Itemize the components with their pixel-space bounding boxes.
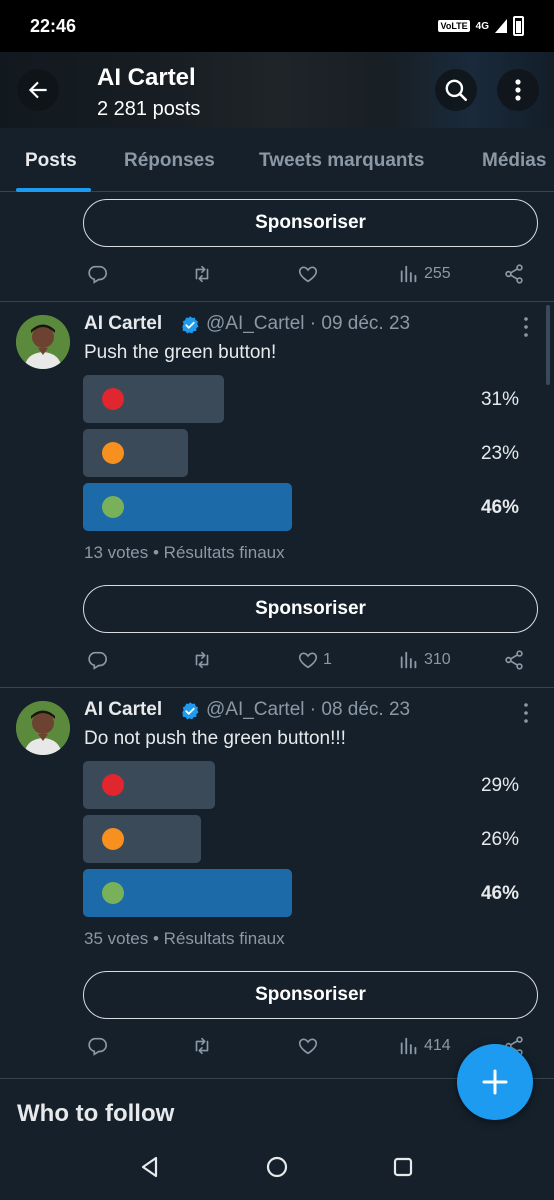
post-more-icon[interactable]	[518, 316, 534, 338]
poll-percentage: 31%	[480, 389, 519, 410]
green-circle-icon	[102, 882, 124, 904]
verified-badge-icon	[182, 316, 199, 334]
views-count: 310	[424, 651, 451, 668]
share-button[interactable]	[503, 649, 525, 671]
status-time: 22:46	[30, 15, 77, 36]
views-chart-icon	[400, 1037, 417, 1055]
search-button[interactable]	[435, 69, 477, 111]
search-icon	[445, 79, 468, 102]
poll-summary: 13 votes • Résultats finaux	[84, 543, 285, 562]
poll-summary: 35 votes • Résultats finaux	[84, 929, 285, 948]
like-button[interactable]	[297, 1035, 319, 1057]
back-arrow-icon	[28, 81, 47, 99]
orange-circle-icon	[102, 828, 124, 850]
poll-option-bar	[83, 815, 201, 863]
reply-icon	[88, 1037, 107, 1056]
profile-tabs: Posts Réponses Tweets marquants Médias	[0, 128, 554, 192]
poll-percentage: 23%	[480, 443, 519, 464]
active-tab-indicator	[16, 188, 91, 192]
like-count: 1	[323, 651, 332, 668]
views-button[interactable]: 255	[398, 263, 451, 285]
poll-percentage-winner: 46%	[480, 883, 519, 904]
post-more-icon[interactable]	[518, 702, 534, 724]
views-count: 255	[424, 265, 451, 282]
profile-header: AI Cartel 2 281 posts	[0, 52, 554, 128]
avatar-image	[16, 701, 70, 755]
repost-button[interactable]	[191, 649, 213, 671]
nav-home-icon[interactable]	[265, 1155, 289, 1179]
red-circle-icon	[102, 388, 124, 410]
views-button[interactable]: 310	[398, 649, 451, 671]
post-text: Push the green button!	[84, 342, 277, 363]
who-to-follow-heading: Who to follow	[17, 1100, 175, 1127]
tab-posts[interactable]: Posts	[25, 150, 77, 172]
poll-option-bar	[83, 429, 188, 477]
tab-highlights[interactable]: Tweets marquants	[259, 150, 424, 172]
author-name[interactable]: AI Cartel	[84, 699, 162, 721]
heart-icon	[298, 1038, 318, 1055]
like-button[interactable]: 1	[297, 649, 332, 671]
views-chart-icon	[400, 651, 417, 669]
reply-icon	[88, 265, 107, 284]
poll-percentage: 26%	[480, 829, 519, 850]
repost-button[interactable]	[191, 1035, 213, 1057]
author-handle-date: @AI_Cartel · 08 déc. 23	[206, 699, 411, 720]
post-divider	[0, 301, 554, 302]
system-nav-bar	[0, 1135, 554, 1200]
scrollbar[interactable]	[546, 305, 550, 385]
share-icon	[505, 650, 523, 670]
nav-recents-icon[interactable]	[391, 1155, 415, 1179]
signal-icon	[495, 19, 507, 33]
views-count: 414	[424, 1037, 451, 1054]
plus-icon	[482, 1069, 508, 1095]
author-handle-date: @AI_Cartel · 09 déc. 23	[206, 313, 411, 334]
compose-post-button[interactable]	[457, 1044, 533, 1120]
views-chart-icon	[400, 265, 417, 283]
poll-percentage: 29%	[480, 775, 519, 796]
nav-back-icon[interactable]	[138, 1155, 162, 1179]
poll-percentage-winner: 46%	[480, 497, 519, 518]
share-icon	[505, 264, 523, 284]
green-circle-icon	[102, 496, 124, 518]
sponsor-button[interactable]: Sponsoriser	[83, 971, 538, 1019]
repost-icon	[195, 651, 209, 669]
avatar[interactable]	[16, 701, 70, 755]
status-bar: 22:46 VoLTE 4G	[0, 0, 554, 52]
more-vertical-icon	[515, 79, 521, 101]
verified-badge-icon	[182, 702, 199, 720]
sponsor-button[interactable]: Sponsoriser	[83, 585, 538, 633]
tab-media[interactable]: Médias	[482, 150, 546, 172]
post-count: 2 281 posts	[97, 98, 201, 120]
system-icons: VoLTE 4G	[438, 16, 524, 36]
share-button[interactable]	[503, 263, 525, 285]
orange-circle-icon	[102, 442, 124, 464]
more-options-button[interactable]	[497, 69, 539, 111]
avatar[interactable]	[16, 315, 70, 369]
sponsor-button[interactable]: Sponsoriser	[83, 199, 538, 247]
tab-replies[interactable]: Réponses	[124, 150, 215, 172]
repost-button[interactable]	[191, 263, 213, 285]
battery-icon	[513, 16, 524, 36]
post-divider	[0, 687, 554, 688]
heart-icon	[298, 266, 318, 283]
repost-icon	[195, 265, 209, 283]
avatar-image	[16, 315, 70, 369]
volte-icon: VoLTE	[438, 20, 470, 32]
red-circle-icon	[102, 774, 124, 796]
reply-button[interactable]	[86, 649, 108, 671]
reply-button[interactable]	[86, 1035, 108, 1057]
like-button[interactable]	[297, 263, 319, 285]
repost-icon	[195, 1037, 209, 1055]
author-name[interactable]: AI Cartel	[84, 313, 162, 335]
network-type: 4G	[475, 20, 489, 32]
header-title: AI Cartel	[97, 64, 196, 91]
post-text: Do not push the green button!!!	[84, 728, 346, 749]
heart-icon	[298, 652, 318, 669]
reply-icon	[88, 651, 107, 670]
reply-button[interactable]	[86, 263, 108, 285]
views-button[interactable]: 414	[398, 1035, 451, 1057]
back-button[interactable]	[17, 69, 59, 111]
